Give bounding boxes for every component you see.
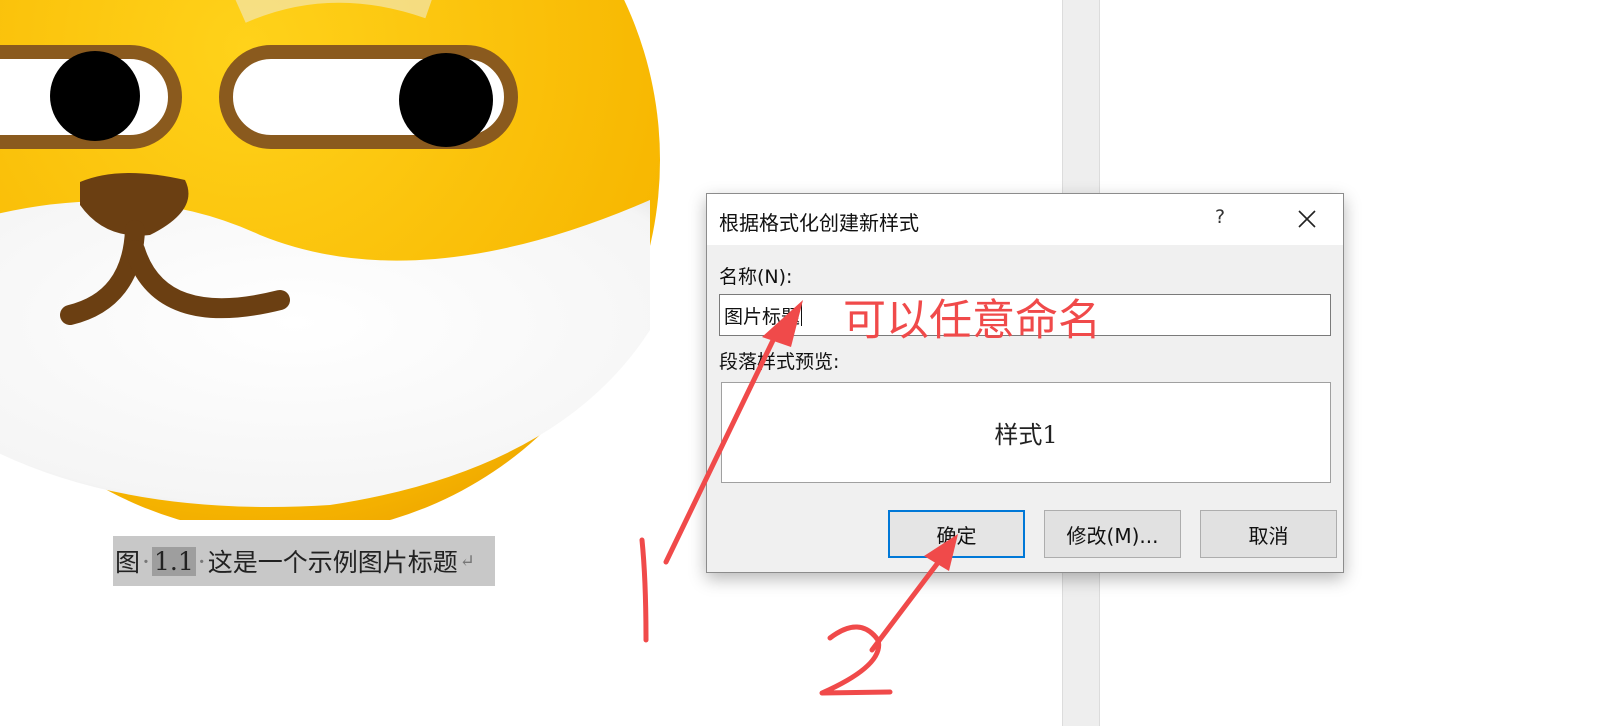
- ok-button[interactable]: 确定: [888, 510, 1025, 558]
- style-name-value: 图片标题: [724, 305, 801, 328]
- annotation-note: 可以任意命名: [843, 296, 1101, 346]
- close-icon: [1298, 210, 1316, 228]
- caption-number-field: 1.1: [151, 546, 196, 576]
- text-caret: [801, 304, 803, 326]
- cancel-button[interactable]: 取消: [1200, 510, 1337, 558]
- annotation-step2-mark: [819, 624, 893, 696]
- emoji-image: [0, 0, 680, 520]
- close-button[interactable]: [1285, 202, 1329, 236]
- paragraph-style-preview: 样式1: [721, 382, 1331, 483]
- caption-dot-1: ·: [142, 546, 150, 576]
- caption-text: 这是一个示例图片标题: [207, 548, 458, 577]
- figure-caption[interactable]: 图 · 1.1 · 这是一个示例图片标题 ↵: [113, 536, 495, 586]
- modify-button[interactable]: 修改(M)...: [1044, 510, 1181, 558]
- dialog-title: 根据格式化创建新样式: [719, 211, 919, 235]
- preview-text: 样式1: [994, 421, 1058, 449]
- dialog-titlebar[interactable]: 根据格式化创建新样式 ?: [707, 194, 1343, 245]
- caption-prefix: 图: [115, 548, 141, 577]
- help-icon[interactable]: ?: [1207, 206, 1233, 232]
- annotation-step1-mark: [639, 537, 649, 643]
- preview-label: 段落样式预览:: [719, 351, 840, 373]
- create-style-dialog: 根据格式化创建新样式 ? 名称(N): 图片标题 段落样式预览: 样式1 确定 …: [706, 193, 1344, 573]
- name-label: 名称(N):: [719, 266, 793, 288]
- caption-dot-2: ·: [197, 546, 206, 576]
- paragraph-mark-icon: ↵: [459, 550, 475, 572]
